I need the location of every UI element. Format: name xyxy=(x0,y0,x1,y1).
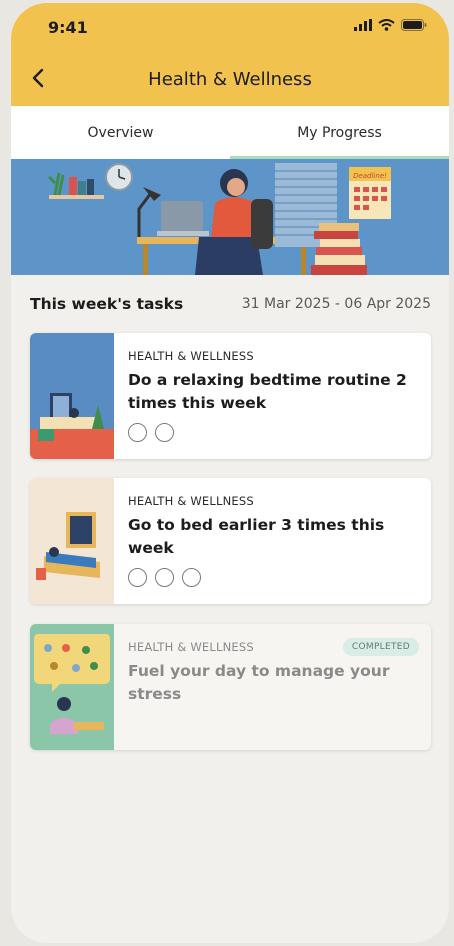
status-time: 9:41 xyxy=(48,18,88,37)
completed-badge: COMPLETED xyxy=(342,638,419,656)
task-category: HEALTH & WELLNESS xyxy=(128,494,254,508)
progress-circle[interactable] xyxy=(155,423,174,442)
task-card[interactable]: HEALTH & WELLNESS Go to bed earlier 3 ti… xyxy=(30,478,431,604)
progress-banner-illustration: Deadline! xyxy=(11,159,449,275)
task-card-completed[interactable]: HEALTH & WELLNESS Fuel your day to manag… xyxy=(30,624,431,750)
task-category: HEALTH & WELLNESS xyxy=(128,349,254,363)
task-title: Fuel your day to manage your stress xyxy=(128,662,390,703)
progress-circle[interactable] xyxy=(155,568,174,587)
signal-icon xyxy=(354,19,372,31)
task-title: Do a relaxing bedtime routine 2 times th… xyxy=(128,371,407,412)
app-header-bar: 9:41 Health & Wellness xyxy=(11,3,449,106)
tab-bar: Overview My Progress xyxy=(11,106,449,159)
page-title: Health & Wellness xyxy=(148,69,312,90)
task-thumbnail xyxy=(30,624,114,750)
task-progress-circles xyxy=(128,568,419,587)
status-icons xyxy=(354,19,427,31)
battery-icon xyxy=(401,19,427,31)
week-date-range: 31 Mar 2025 - 06 Apr 2025 xyxy=(241,296,431,312)
task-thumbnail xyxy=(30,333,114,459)
tab-my-progress[interactable]: My Progress xyxy=(230,106,449,159)
section-title: This week's tasks xyxy=(30,295,184,313)
task-thumbnail xyxy=(30,478,114,604)
navigation-header: Health & Wellness xyxy=(11,58,449,98)
phone-screen: 9:41 Health & Wellness Overview My Progr… xyxy=(11,3,449,943)
progress-circle[interactable] xyxy=(182,568,201,587)
task-card[interactable]: HEALTH & WELLNESS Do a relaxing bedtime … xyxy=(30,333,431,459)
progress-circle[interactable] xyxy=(128,423,147,442)
wifi-icon xyxy=(378,19,395,31)
tab-overview[interactable]: Overview xyxy=(11,106,230,159)
task-progress-circles xyxy=(128,423,419,442)
task-title: Go to bed earlier 3 times this week xyxy=(128,516,385,557)
calendar-deadline-text: Deadline! xyxy=(353,172,387,180)
status-bar: 9:41 xyxy=(11,3,449,53)
progress-circle[interactable] xyxy=(128,568,147,587)
